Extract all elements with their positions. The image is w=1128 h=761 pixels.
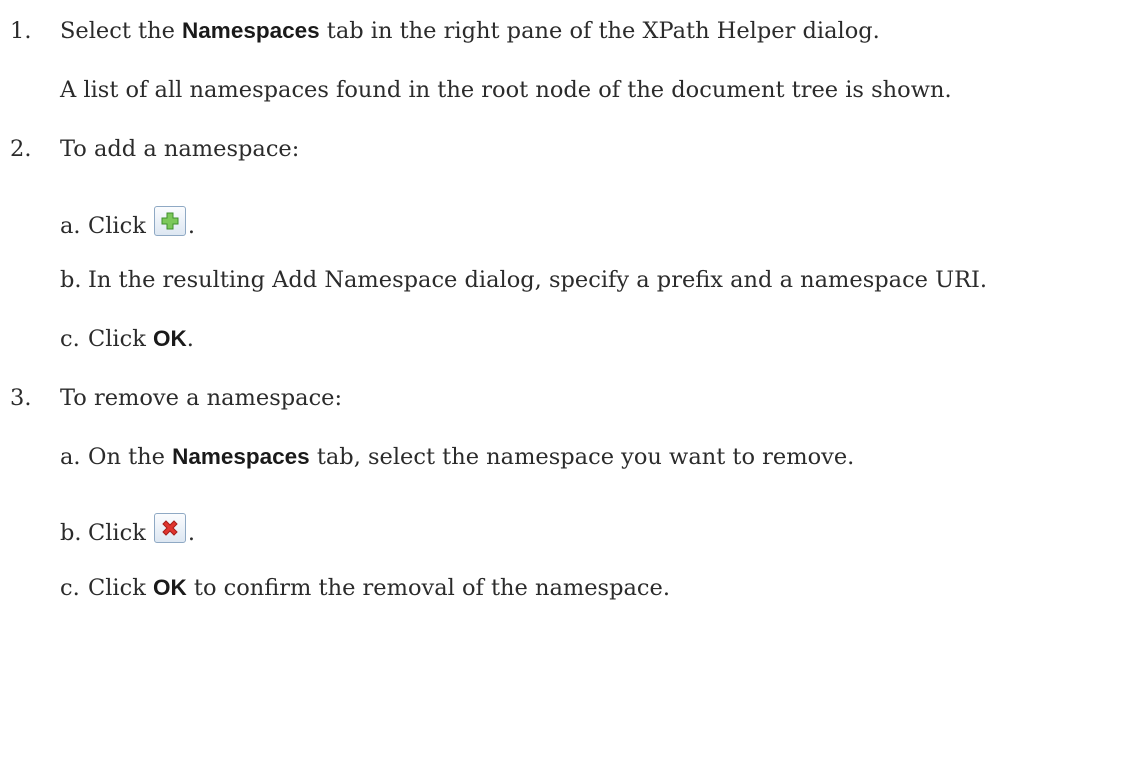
substep-3c: c. Click OK to confirm the removal of the…	[60, 573, 670, 603]
add-namespace-icon[interactable]	[153, 206, 186, 236]
step-3: 3. To remove a namespace:	[10, 383, 342, 413]
substep-text-before: Click	[88, 213, 146, 239]
ui-term-namespaces: Namespaces	[172, 444, 310, 469]
substep-letter: a.	[60, 213, 81, 239]
substep-text-before: Click	[88, 326, 153, 352]
substep-text-after: .	[187, 520, 195, 546]
substep-letter: c.	[60, 326, 80, 352]
substep-text-after: to confirm the removal of the namespace.	[186, 575, 670, 601]
step-text: To add a namespace:	[60, 136, 300, 162]
substep-2b: b. In the resulting Add Namespace dialog,…	[60, 265, 987, 295]
substep-letter: a.	[60, 444, 81, 470]
substep-text-after: .	[187, 213, 195, 239]
step-1: 1. Select the Namespaces tab in the right…	[10, 16, 880, 46]
step-number: 1.	[10, 18, 32, 44]
substep-text-before: Click	[88, 520, 146, 546]
substep-text-after: .	[186, 326, 194, 352]
step-number: 2.	[10, 136, 32, 162]
substep-text-before: On the	[88, 444, 173, 470]
substep-letter: c.	[60, 575, 80, 601]
ui-term-ok: OK	[153, 326, 187, 351]
step-text: To remove a namespace:	[60, 385, 343, 411]
step-text-before: Select the	[60, 18, 183, 44]
step-number: 3.	[10, 385, 32, 411]
substep-3b: b. Click.	[60, 513, 195, 548]
ui-term-namespaces: Namespaces	[182, 18, 320, 43]
substep-text: In the resulting Add Namespace dialog, s…	[88, 267, 988, 293]
substep-letter: b.	[60, 520, 82, 546]
step-text-after: tab in the right pane of the XPath Helpe…	[319, 18, 880, 44]
remove-namespace-icon[interactable]	[153, 513, 186, 543]
substep-2a: a. Click.	[60, 206, 195, 241]
substep-letter: b.	[60, 267, 82, 293]
substep-text-before: Click	[88, 575, 153, 601]
substep-3a: a. On the Namespaces tab, select the name…	[60, 442, 854, 472]
step-1-note: A list of all namespaces found in the ro…	[60, 77, 952, 103]
substep-text-after: tab, select the namespace you want to re…	[309, 444, 855, 470]
substep-2c: c. Click OK.	[60, 324, 194, 354]
ui-term-ok: OK	[153, 575, 187, 600]
step-2: 2. To add a namespace:	[10, 134, 299, 164]
